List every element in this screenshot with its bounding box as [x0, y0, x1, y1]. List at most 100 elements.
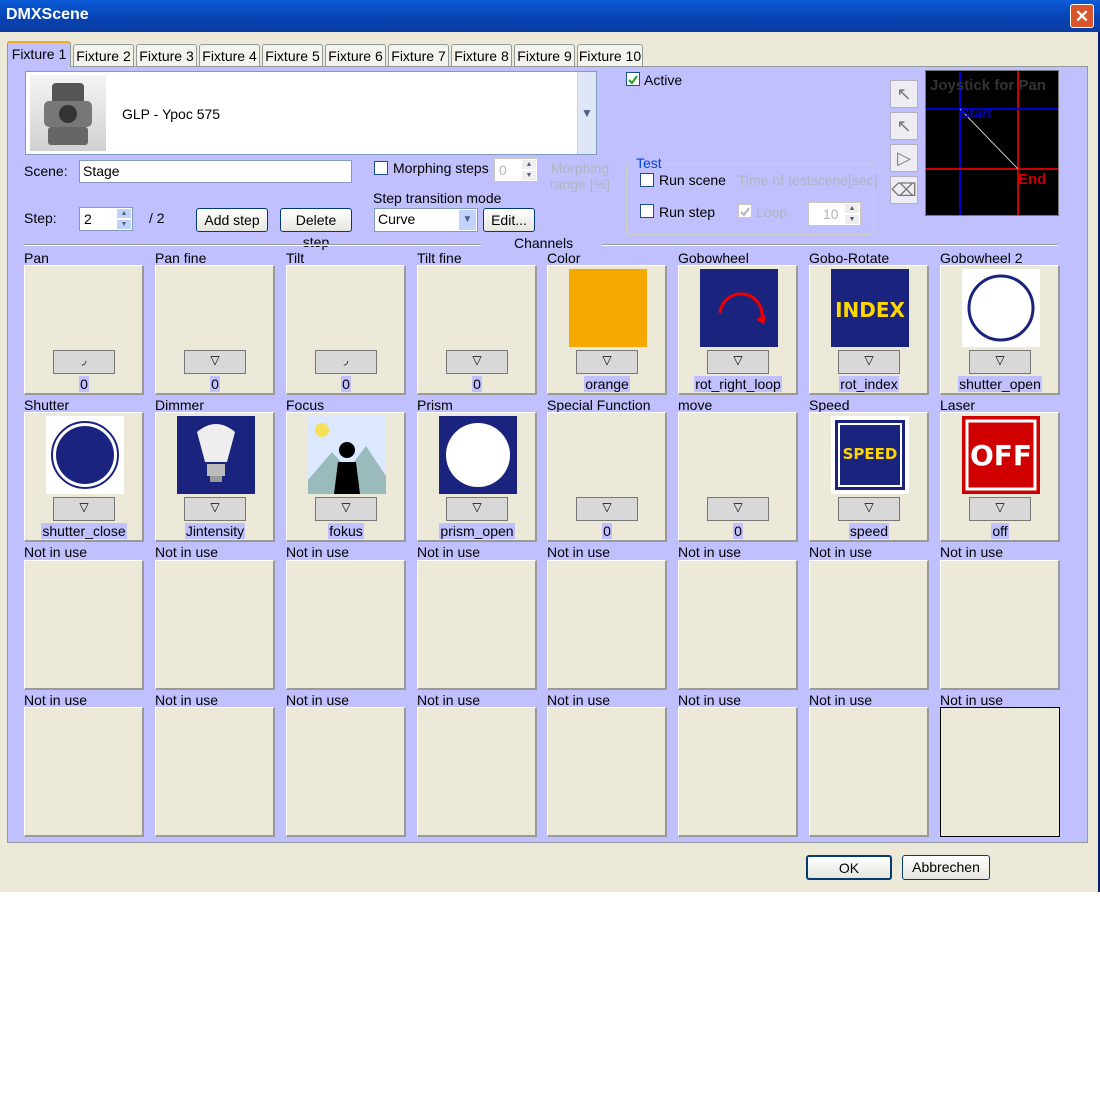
channel-cell[interactable]: ▽ 0	[155, 265, 275, 395]
fader-button[interactable]: ▽	[184, 497, 246, 521]
fader-button[interactable]: ▽	[838, 350, 900, 374]
tab-fixture-2[interactable]: Fixture 2	[73, 44, 134, 66]
channel-cell[interactable]: ▽ 0	[417, 265, 537, 395]
fader-button[interactable]: ◞	[53, 350, 115, 374]
channel-cell[interactable]	[24, 707, 144, 837]
channel-cell[interactable]	[678, 707, 798, 837]
loop-checkbox[interactable]	[738, 204, 752, 218]
fader-button[interactable]: ▽	[53, 497, 115, 521]
tab-fixture-10[interactable]: Fixture 10	[577, 44, 643, 66]
channel-cell[interactable]	[155, 707, 275, 837]
channel-label: Gobowheel 2	[940, 250, 1023, 266]
run-step-checkbox[interactable]	[640, 204, 654, 218]
channel-cell[interactable]: ▽ orange	[547, 265, 667, 395]
channel-cell[interactable]	[155, 560, 275, 690]
channel-cell[interactable]: SPEED ▽ speed	[809, 412, 929, 542]
channel-cell[interactable]	[417, 560, 537, 690]
channel-cell[interactable]: ▽ fokus	[286, 412, 406, 542]
fader-button[interactable]: ▽	[315, 497, 377, 521]
channel-cell[interactable]: ▽ 0	[678, 412, 798, 542]
spin-up-icon[interactable]: ▲	[116, 208, 132, 219]
channel-cell[interactable]	[547, 560, 667, 690]
channel-label: Not in use	[940, 692, 1004, 708]
channel-label: Not in use	[547, 692, 611, 708]
channel-cell[interactable]	[809, 707, 929, 837]
channel-cell[interactable]	[24, 560, 144, 690]
active-checkbox[interactable]	[626, 72, 640, 86]
channel-cell[interactable]	[940, 560, 1060, 690]
title-bar[interactable]: DMXScene ✕	[0, 0, 1100, 32]
channel-cell[interactable]: INDEX ▽ rot_index	[809, 265, 929, 395]
play-icon[interactable]: ▷	[890, 144, 918, 172]
tab-fixture-5[interactable]: Fixture 5	[262, 44, 323, 66]
channel-cell[interactable]	[286, 707, 406, 837]
close-button[interactable]: ✕	[1070, 4, 1094, 28]
channel-cell[interactable]: ▽ Jintensity	[155, 412, 275, 542]
add-point-tool-icon[interactable]: ↖	[890, 112, 918, 140]
fader-button[interactable]: ▽	[969, 497, 1031, 521]
chevron-down-icon[interactable]: ▼	[459, 210, 476, 230]
channel-cell[interactable]	[547, 707, 667, 837]
spin-up-icon[interactable]: ▲	[844, 203, 860, 214]
pointer-tool-icon[interactable]: ↖	[890, 80, 918, 108]
fader-button[interactable]: ▽	[576, 497, 638, 521]
channel-cell[interactable]	[417, 707, 537, 837]
fixture-selector[interactable]: GLP - Ypoc 575 ▼	[25, 71, 597, 155]
delete-step-button[interactable]: Delete step	[280, 208, 352, 250]
spin-up-icon[interactable]: ▲	[521, 159, 537, 170]
fader-button[interactable]: ▽	[707, 350, 769, 374]
channel-cell[interactable]: ◞ 0	[24, 265, 144, 395]
channel-cell[interactable]: ▽ prism_open	[417, 412, 537, 542]
edit-button[interactable]: Edit...	[483, 208, 535, 232]
chevron-down-icon[interactable]: ▼	[577, 72, 596, 154]
scene-name-input[interactable]: Stage	[79, 160, 352, 183]
channel-value: fokus	[328, 523, 364, 539]
channel-value: 0	[602, 523, 612, 539]
fader-button[interactable]: ▽	[969, 350, 1031, 374]
run-scene-checkbox[interactable]	[640, 173, 654, 187]
channel-value: 0	[79, 376, 89, 392]
channel-cell[interactable]	[809, 560, 929, 690]
tab-fixture-8[interactable]: Fixture 8	[451, 44, 512, 66]
channel-cell[interactable]: ▽ shutter_open	[940, 265, 1060, 395]
fader-button[interactable]: ▽	[446, 497, 508, 521]
tab-fixture-1[interactable]: Fixture 1	[7, 41, 71, 67]
fader-button[interactable]: ◞	[315, 350, 377, 374]
focus-icon	[308, 416, 386, 494]
channel-cell[interactable]: ▽ rot_right_loop	[678, 265, 798, 395]
channel-cell[interactable]	[286, 560, 406, 690]
channel-label: Special Function	[547, 397, 651, 413]
channel-cell[interactable]: OFF ▽ off	[940, 412, 1060, 542]
channel-cell[interactable]: ▽ shutter_close	[24, 412, 144, 542]
fader-button[interactable]: ▽	[446, 350, 508, 374]
joystick-pad[interactable]: Joystick for Pan Start End	[925, 70, 1059, 216]
transition-mode-select[interactable]: Curve ▼	[374, 208, 478, 232]
test-time-spinner[interactable]: 10 ▲ ▼	[808, 202, 861, 226]
spin-down-icon[interactable]: ▼	[844, 214, 860, 225]
add-step-button[interactable]: Add step	[196, 208, 268, 232]
fader-button[interactable]: ▽	[838, 497, 900, 521]
morphing-steps-checkbox[interactable]	[374, 161, 388, 175]
spin-down-icon[interactable]: ▼	[521, 170, 537, 181]
channel-label: Not in use	[24, 692, 88, 708]
tab-fixture-6[interactable]: Fixture 6	[325, 44, 386, 66]
fader-button[interactable]: ▽	[184, 350, 246, 374]
channel-value: 0	[472, 376, 482, 392]
eraser-icon[interactable]: ⌫	[890, 176, 918, 204]
fader-button[interactable]: ▽	[707, 497, 769, 521]
svg-text:OFF: OFF	[970, 439, 1032, 472]
channel-cell[interactable]	[678, 560, 798, 690]
ok-button[interactable]: OK	[806, 855, 892, 880]
fader-button[interactable]: ▽	[576, 350, 638, 374]
channel-cell[interactable]: ◞ 0	[286, 265, 406, 395]
cancel-button[interactable]: Abbrechen	[902, 855, 990, 880]
tab-fixture-7[interactable]: Fixture 7	[388, 44, 449, 66]
morphing-steps-spinner[interactable]: 0 ▲ ▼	[494, 158, 538, 182]
step-spinner[interactable]: 2 ▲ ▼	[79, 207, 133, 231]
tab-fixture-3[interactable]: Fixture 3	[136, 44, 197, 66]
channel-cell[interactable]	[940, 707, 1060, 837]
tab-fixture-9[interactable]: Fixture 9	[514, 44, 575, 66]
spin-down-icon[interactable]: ▼	[116, 219, 132, 230]
tab-fixture-4[interactable]: Fixture 4	[199, 44, 260, 66]
channel-cell[interactable]: ▽ 0	[547, 412, 667, 542]
